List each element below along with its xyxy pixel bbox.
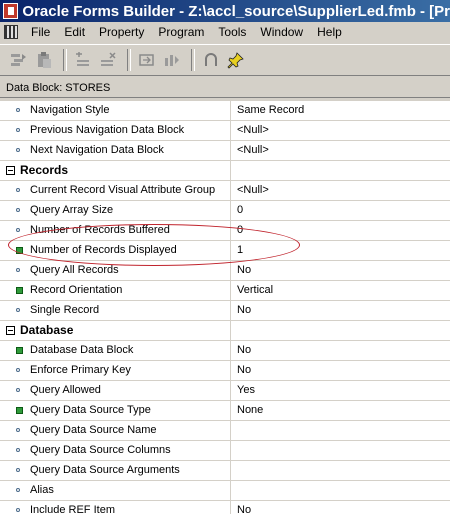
window-title: Oracle Forms Builder - Z:\accl_source\Su… — [22, 2, 450, 20]
property-row[interactable]: Query Data Source Columns — [0, 441, 450, 461]
toolbar-separator — [191, 49, 195, 71]
property-row[interactable]: Query Data Source Type None — [0, 401, 450, 421]
property-name: Next Navigation Data Block — [0, 141, 231, 160]
property-name: Include REF Item — [0, 501, 231, 514]
paste-properties-icon[interactable] — [33, 49, 55, 71]
property-name: Query Data Source Type — [0, 401, 231, 420]
copy-properties-icon[interactable] — [8, 49, 30, 71]
category-row[interactable]: Records — [0, 161, 450, 181]
property-value[interactable] — [237, 461, 447, 480]
property-value[interactable]: <Null> — [237, 141, 447, 160]
property-row[interactable]: Database Data Block No — [0, 341, 450, 361]
property-row[interactable]: Include REF Item No — [0, 501, 450, 514]
property-name: Record Orientation — [0, 281, 231, 300]
property-name: Query Array Size — [0, 201, 231, 220]
property-value[interactable]: Yes — [237, 381, 447, 400]
property-value[interactable]: 1 — [237, 241, 447, 260]
property-value[interactable]: 0 — [237, 221, 447, 240]
property-row[interactable]: Record Orientation Vertical — [0, 281, 450, 301]
property-grid: Navigation Style Same Record Previous Navi… — [0, 101, 450, 514]
category-label: Records — [0, 161, 231, 180]
oracle-forms-app-icon[interactable] — [3, 3, 19, 19]
property-row[interactable]: Enforce Primary Key No — [0, 361, 450, 381]
delete-property-icon[interactable] — [97, 49, 119, 71]
property-row[interactable]: Number of Records Displayed 1 — [0, 241, 450, 261]
property-name: Alias — [0, 481, 231, 500]
property-name: Number of Records Displayed — [0, 241, 231, 260]
property-value[interactable]: Same Record — [237, 101, 447, 120]
property-name: Query Data Source Arguments — [0, 461, 231, 480]
add-property-icon[interactable] — [72, 49, 94, 71]
pin-icon[interactable] — [225, 49, 247, 71]
menu-tools[interactable]: Tools — [211, 25, 253, 39]
property-value[interactable]: No — [237, 301, 447, 320]
property-row[interactable]: Query Data Source Name — [0, 421, 450, 441]
property-name: Number of Records Buffered — [0, 221, 231, 240]
menu-file[interactable]: File — [24, 25, 57, 39]
property-value — [237, 321, 447, 340]
property-class-icon[interactable] — [161, 49, 183, 71]
property-name: Previous Navigation Data Block — [0, 121, 231, 140]
toolbar-separator — [127, 49, 131, 71]
property-row[interactable]: Navigation Style Same Record — [0, 101, 450, 121]
property-name: Current Record Visual Attribute Group — [0, 181, 231, 200]
property-value[interactable]: 0 — [237, 201, 447, 220]
category-label: Database — [0, 321, 231, 340]
menu-program[interactable]: Program — [151, 25, 211, 39]
inherit-icon[interactable] — [136, 49, 158, 71]
property-name: Query Allowed — [0, 381, 231, 400]
intersection-icon[interactable] — [200, 49, 222, 71]
toolbar-separator — [63, 49, 67, 71]
property-name: Database Data Block — [0, 341, 231, 360]
system-menu-icon[interactable] — [4, 25, 18, 39]
property-row[interactable]: Query Data Source Arguments — [0, 461, 450, 481]
menu-help[interactable]: Help — [310, 25, 349, 39]
property-value — [237, 161, 447, 180]
property-value[interactable] — [237, 481, 447, 500]
property-row[interactable]: Previous Navigation Data Block <Null> — [0, 121, 450, 141]
property-name: Navigation Style — [0, 101, 231, 120]
property-row[interactable]: Query Array Size 0 — [0, 201, 450, 221]
data-block-label: Data Block: STORES — [0, 78, 450, 98]
toolbar — [0, 44, 450, 76]
category-row[interactable]: Database — [0, 321, 450, 341]
property-row[interactable]: Query All Records No — [0, 261, 450, 281]
property-row[interactable]: Next Navigation Data Block <Null> — [0, 141, 450, 161]
title-bar: Oracle Forms Builder - Z:\accl_source\Su… — [0, 0, 450, 22]
property-name: Query Data Source Name — [0, 421, 231, 440]
menu-edit[interactable]: Edit — [57, 25, 92, 39]
property-value[interactable]: Vertical — [237, 281, 447, 300]
property-row[interactable]: Current Record Visual Attribute Group <Nu… — [0, 181, 450, 201]
property-row[interactable]: Alias — [0, 481, 450, 501]
property-row[interactable]: Number of Records Buffered 0 — [0, 221, 450, 241]
property-value[interactable]: None — [237, 401, 447, 420]
property-value[interactable] — [237, 421, 447, 440]
property-name: Single Record — [0, 301, 231, 320]
menu-bar: File Edit Property Program Tools Window … — [0, 22, 450, 42]
menu-window[interactable]: Window — [253, 25, 310, 39]
property-value[interactable]: No — [237, 361, 447, 380]
property-row[interactable]: Query Allowed Yes — [0, 381, 450, 401]
property-name: Query Data Source Columns — [0, 441, 231, 460]
property-value[interactable] — [237, 441, 447, 460]
property-value[interactable]: No — [237, 501, 447, 514]
menu-property[interactable]: Property — [92, 25, 151, 39]
property-value[interactable]: <Null> — [237, 121, 447, 140]
property-value[interactable]: <Null> — [237, 181, 447, 200]
property-row[interactable]: Single Record No — [0, 301, 450, 321]
property-value[interactable]: No — [237, 261, 447, 280]
property-name: Query All Records — [0, 261, 231, 280]
property-name: Enforce Primary Key — [0, 361, 231, 380]
property-value[interactable]: No — [237, 341, 447, 360]
